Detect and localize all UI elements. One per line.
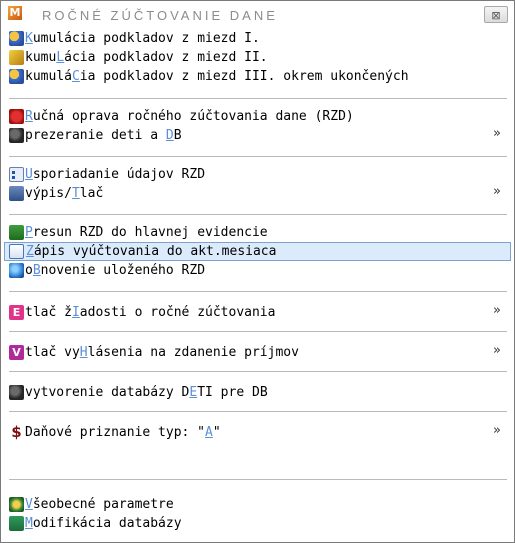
people-icon (9, 31, 24, 46)
menu-separator (9, 98, 507, 99)
menu-item-vseobecne-parametre[interactable]: Všeobecné parametre (4, 495, 511, 514)
window-title: ROČNÉ ZÚČTOVANIE DANE (42, 8, 278, 23)
menu-item-label: tlač vyHlásenia na zdanenie príjmov (25, 345, 299, 360)
menu-separator (9, 331, 507, 332)
menu-item-label: prezeranie deti a DB (25, 128, 182, 143)
restore-globe-icon (9, 263, 24, 278)
hotkey-letter: I (71, 305, 80, 320)
settings-icon (9, 497, 24, 512)
hotkey-letter: P (25, 225, 33, 240)
menu-item-modifikacia-databazy[interactable]: Modifikácia databázy (4, 514, 511, 533)
menu-item-vypis-tlac[interactable]: výpis/Tlač » (4, 184, 511, 203)
move-to-tree-icon (9, 225, 24, 240)
menu-item-label: kumuLácia podkladov z miezd II. (25, 50, 268, 65)
child-icon (9, 128, 24, 143)
hotkey-letter: R (25, 109, 33, 124)
submenu-arrow-icon: » (493, 303, 501, 318)
sort-list-icon (9, 167, 24, 182)
people-icon (9, 69, 24, 84)
hotkey-letter: M (25, 516, 33, 531)
menu-item-label: Daňové priznanie typ: "A" (25, 425, 221, 440)
menu-item-vytvorenie-databazy[interactable]: vytvorenie databázy DETI pre DB (4, 383, 511, 402)
menu-item-presun-rzd[interactable]: Presun RZD do hlavnej evidencie (4, 223, 511, 242)
printer-icon (9, 186, 24, 201)
hotkey-letter: C (71, 69, 80, 84)
form-v-icon: V (9, 345, 24, 360)
menu-separator (9, 479, 507, 480)
hotkey-letter: B (32, 263, 41, 278)
menu-item-label: výpis/Tlač (25, 186, 104, 201)
menu-item-label: tlač žIadosti o ročné zúčtovania (25, 305, 276, 320)
hotkey-letter: L (56, 50, 65, 65)
cube-icon (9, 50, 24, 65)
document-icon (9, 244, 24, 259)
submenu-arrow-icon: » (493, 423, 501, 438)
menu-item-rucna-oprava[interactable]: Ručná oprava ročného zúčtovania dane (RZ… (4, 107, 511, 126)
hotkey-letter: H (79, 345, 88, 360)
menu-separator (9, 371, 507, 372)
submenu-arrow-icon: » (493, 184, 501, 199)
menu-item-label: kumuláCia podkladov z miezd III. okrem u… (25, 69, 409, 84)
menu-separator (9, 291, 507, 292)
hotkey-letter: Z (26, 244, 34, 259)
menu-item-usporiadanie[interactable]: Usporiadanie údajov RZD (4, 165, 511, 184)
submenu-arrow-icon: » (493, 126, 501, 141)
menu-item-kumulacia-1[interactable]: Kumulácia podkladov z miezd I. (4, 29, 511, 48)
app-icon: M (8, 6, 22, 20)
hotkey-letter: D (165, 128, 174, 143)
tax-menu-window: M ROČNÉ ZÚČTOVANIE DANE ⊠ Kumulácia podk… (0, 0, 515, 543)
hotkey-letter: K (25, 31, 33, 46)
menu-item-label: Všeobecné parametre (25, 497, 174, 512)
menu-item-label: Modifikácia databázy (25, 516, 182, 531)
menu-separator (9, 214, 507, 215)
menu-item-label: Ručná oprava ročného zúčtovania dane (RZ… (25, 109, 354, 124)
hotkey-letter: A (205, 425, 213, 440)
menu-separator (9, 156, 507, 157)
child-icon (9, 385, 24, 400)
form-e-icon: E (9, 305, 24, 320)
dollar-icon: $ (11, 423, 22, 441)
menu-item-label: oBnovenie uloženého RZD (25, 263, 206, 278)
menu-item-danove-priznanie[interactable]: $ Daňové priznanie typ: "A" » (4, 423, 511, 442)
title-bar: M ROČNÉ ZÚČTOVANIE DANE ⊠ (1, 1, 514, 28)
submenu-arrow-icon: » (493, 343, 501, 358)
menu-separator (9, 411, 507, 412)
menu-item-obnovenie-rzd[interactable]: oBnovenie uloženého RZD (4, 261, 511, 280)
menu-item-label: Kumulácia podkladov z miezd I. (25, 31, 260, 46)
close-button[interactable]: ⊠ (484, 6, 508, 23)
menu-item-label: Presun RZD do hlavnej evidencie (25, 225, 268, 240)
menu-item-tlac-ziadosti[interactable]: E tlač žIadosti o ročné zúčtovania » (4, 303, 511, 322)
edit-cancel-icon (9, 109, 24, 124)
menu-item-prezeranie-deti[interactable]: prezeranie deti a DB » (4, 126, 511, 145)
menu-item-label: vytvorenie databázy DETI pre DB (25, 385, 268, 400)
menu-item-zapis-vyuctovania[interactable]: Zápis vyúčtovania do akt.mesiaca (4, 242, 511, 261)
hotkey-letter: T (71, 186, 80, 201)
menu-item-kumulacia-2[interactable]: kumuLácia podkladov z miezd II. (4, 48, 511, 67)
hotkey-letter: U (25, 167, 33, 182)
database-icon (9, 516, 24, 531)
menu-item-label: Usporiadanie údajov RZD (25, 167, 206, 182)
hotkey-letter: V (25, 497, 33, 512)
menu-item-kumulacia-3[interactable]: kumuláCia podkladov z miezd III. okrem u… (4, 67, 511, 86)
menu-item-tlac-vyhlasenia[interactable]: V tlač vyHlásenia na zdanenie príjmov » (4, 343, 511, 362)
menu-item-label: Zápis vyúčtovania do akt.mesiaca (26, 244, 277, 259)
